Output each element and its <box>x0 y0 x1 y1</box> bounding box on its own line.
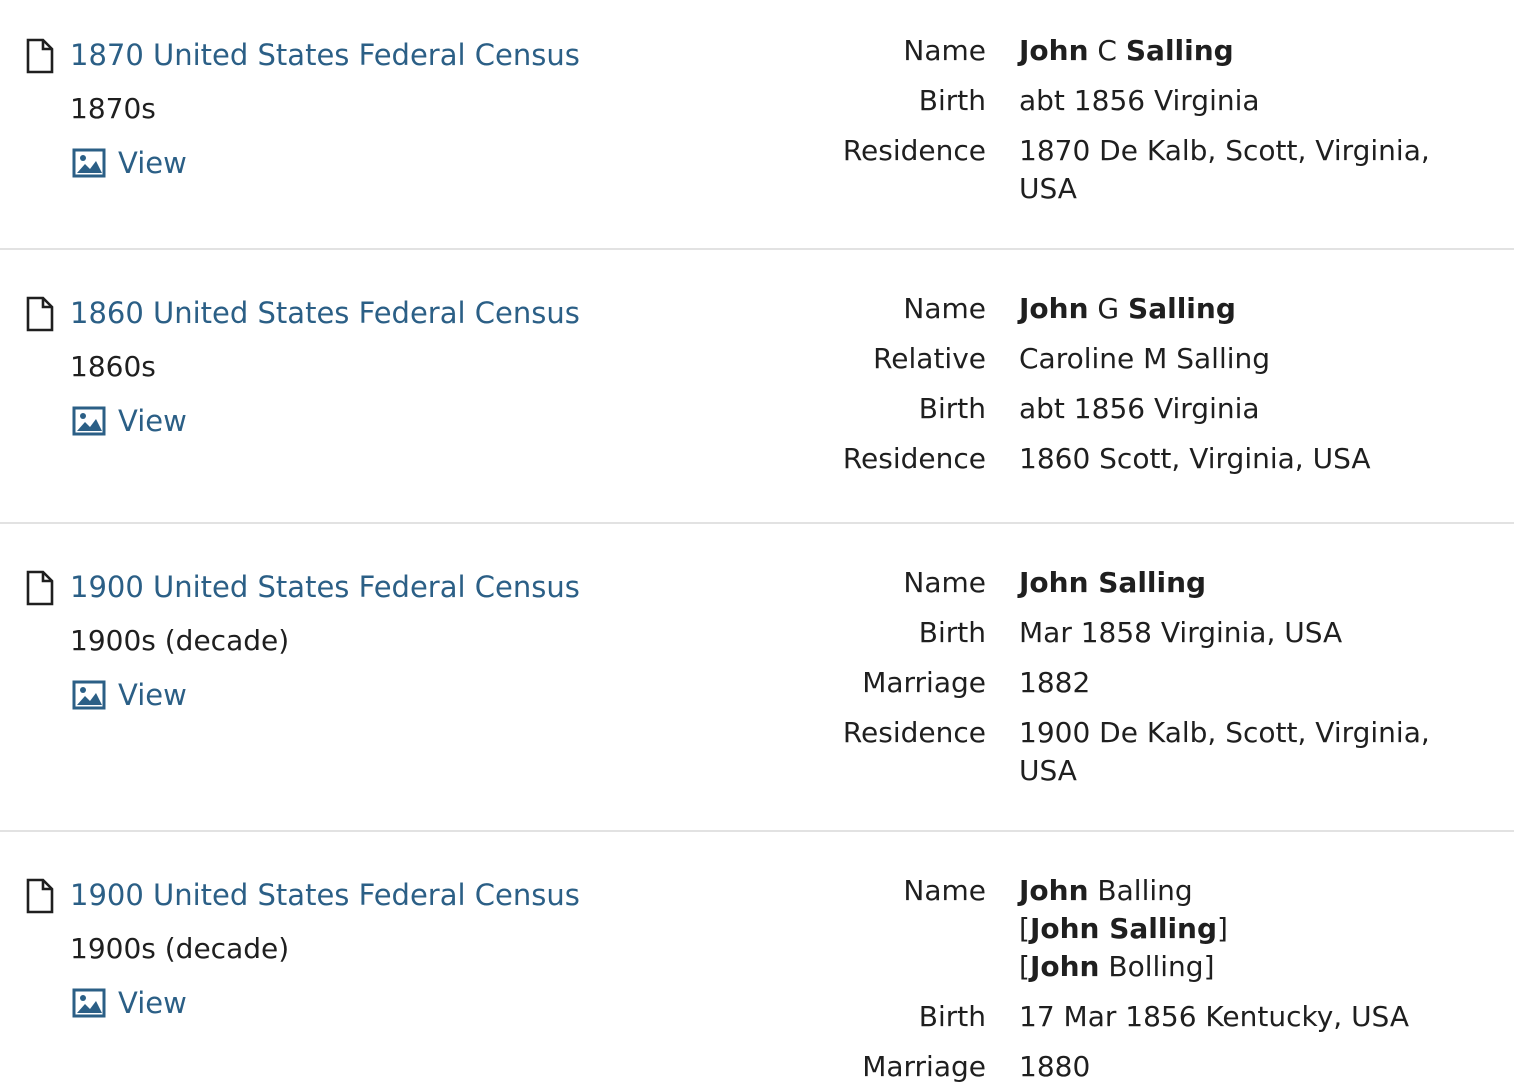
view-image-link[interactable]: View <box>72 403 187 439</box>
fact-label: Marriage <box>862 1050 986 1083</box>
fact-value: John G Salling <box>1019 292 1236 325</box>
record-title-link[interactable]: 1900 United States Federal Census <box>70 569 580 605</box>
fact-label: Name <box>903 566 986 599</box>
fact-value: 1870 De Kalb, Scott, Virginia, USA <box>1019 134 1430 205</box>
fact-label: Marriage <box>862 666 986 699</box>
fact-value: 1860 Scott, Virginia, USA <box>1019 442 1371 475</box>
fact-label: Residence <box>842 442 986 475</box>
fact-value: 1900 De Kalb, Scott, Virginia, USA <box>1019 716 1430 787</box>
record-decade: 1870s <box>70 92 156 125</box>
image-icon <box>72 988 106 1018</box>
fact-label: Birth <box>918 84 986 117</box>
record-row: 1870 United States Federal Census 1870s … <box>0 0 1514 250</box>
document-icon <box>26 570 54 606</box>
fact-label: Birth <box>918 1000 986 1033</box>
fact-value: abt 1856 Virginia <box>1019 392 1260 425</box>
fact-label: Birth <box>918 616 986 649</box>
fact-value: 1880 <box>1019 1050 1091 1083</box>
name-alternate: [John Bolling] <box>1019 950 1215 983</box>
record-title-link[interactable]: 1860 United States Federal Census <box>70 295 580 331</box>
fact-label: Name <box>903 292 986 325</box>
name-primary: John Balling <box>1019 874 1193 907</box>
image-icon <box>72 680 106 710</box>
view-label: View <box>118 404 187 438</box>
fact-value: John Balling [John Salling] [John Bollin… <box>1019 872 1449 986</box>
document-icon <box>26 38 54 74</box>
record-row: 1860 United States Federal Census 1860s … <box>0 250 1514 524</box>
view-image-link[interactable]: View <box>72 677 187 713</box>
search-results-list: 1870 United States Federal Census 1870s … <box>0 0 1514 1084</box>
fact-value: 17 Mar 1856 Kentucky, USA <box>1019 1000 1410 1033</box>
fact-label: Relative <box>873 342 986 375</box>
fact-label: Name <box>903 874 986 907</box>
fact-value: John Salling <box>1019 566 1207 599</box>
fact-label: Name <box>903 34 986 67</box>
image-icon <box>72 148 106 178</box>
record-decade: 1900s (decade) <box>70 624 290 657</box>
record-title-link[interactable]: 1900 United States Federal Census <box>70 877 580 913</box>
record-decade: 1900s (decade) <box>70 932 290 965</box>
fact-value: Caroline M Salling <box>1019 342 1271 375</box>
record-title-link[interactable]: 1870 United States Federal Census <box>70 37 580 73</box>
view-label: View <box>118 986 187 1020</box>
image-icon <box>72 406 106 436</box>
fact-label: Birth <box>918 392 986 425</box>
fact-value: Mar 1858 Virginia, USA <box>1019 616 1343 649</box>
view-image-link[interactable]: View <box>72 145 187 181</box>
view-label: View <box>118 146 187 180</box>
name-alternate: [John Salling] <box>1019 912 1228 945</box>
record-decade: 1860s <box>70 350 156 383</box>
record-row: 1900 United States Federal Census 1900s … <box>0 832 1514 1084</box>
view-label: View <box>118 678 187 712</box>
fact-value: John C Salling <box>1019 34 1234 67</box>
fact-value: abt 1856 Virginia <box>1019 84 1260 117</box>
view-image-link[interactable]: View <box>72 985 187 1021</box>
fact-label: Residence <box>842 716 986 749</box>
document-icon <box>26 296 54 332</box>
fact-value: 1882 <box>1019 666 1091 699</box>
record-row: 1900 United States Federal Census 1900s … <box>0 524 1514 832</box>
fact-label: Residence <box>842 134 986 167</box>
document-icon <box>26 878 54 914</box>
